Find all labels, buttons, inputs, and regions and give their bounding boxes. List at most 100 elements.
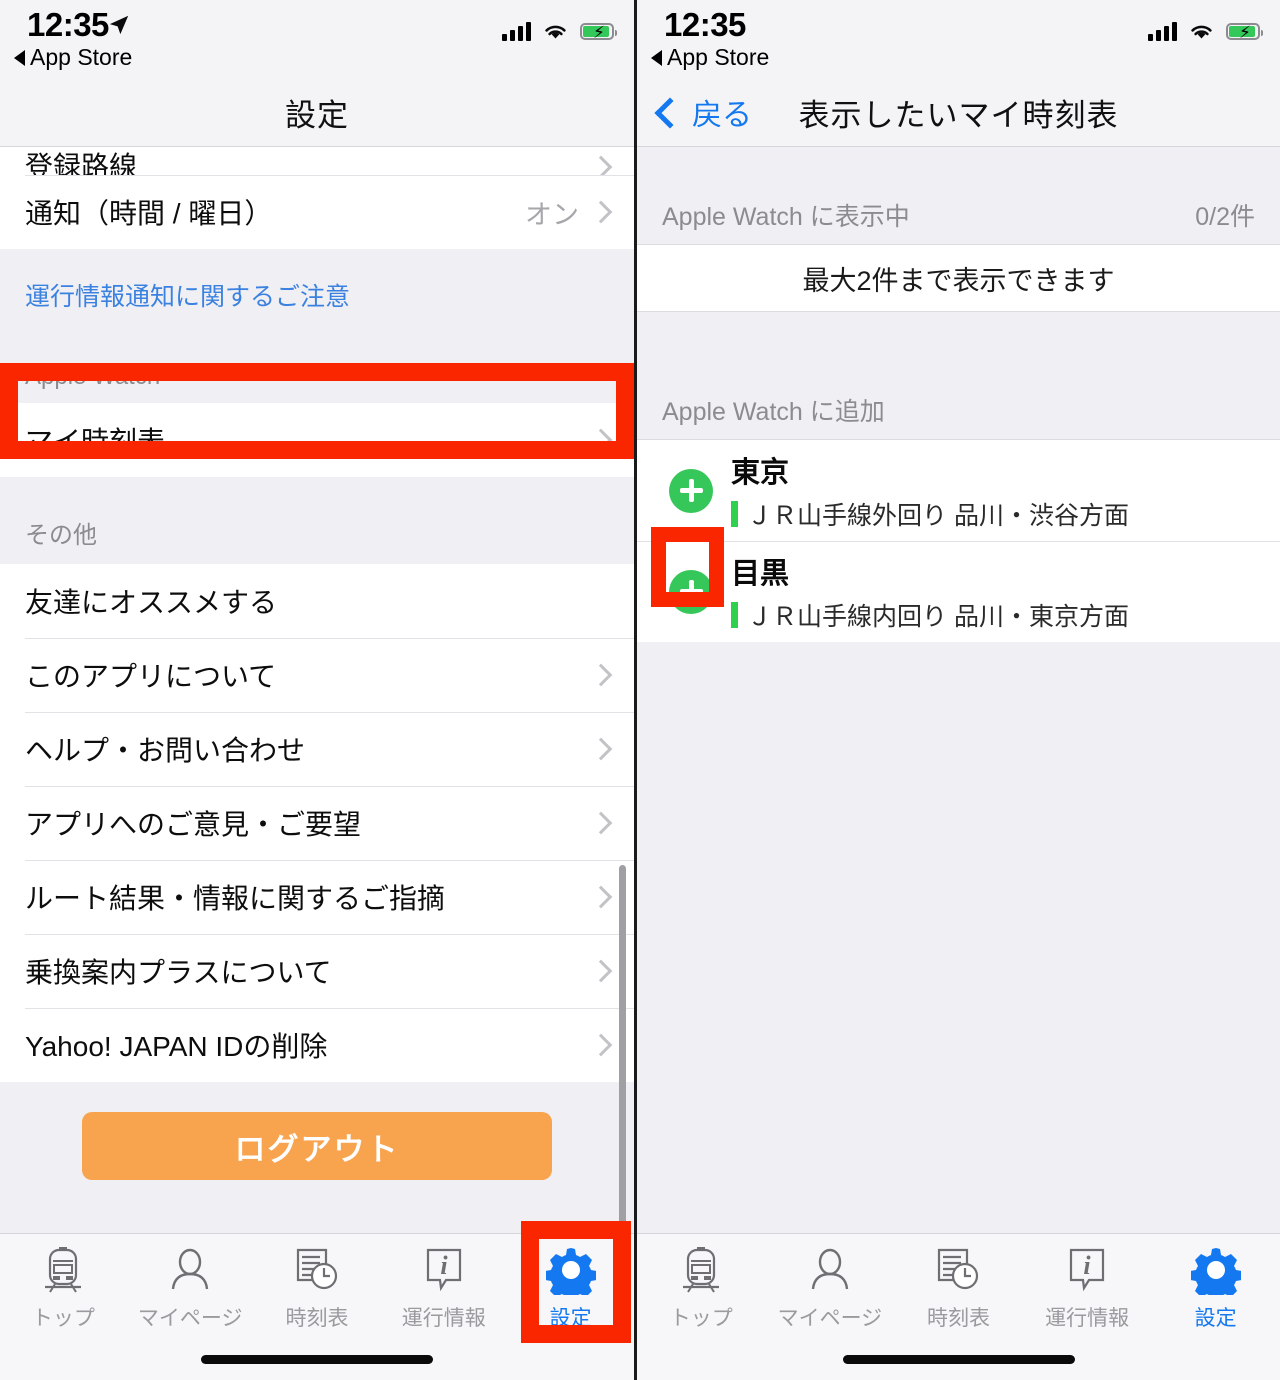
home-indicator: [201, 1355, 433, 1364]
settings-row-registered-lines[interactable]: 登録路線: [0, 147, 634, 175]
tab-timetable[interactable]: 時刻表: [894, 1234, 1023, 1342]
wifi-icon: [1191, 25, 1212, 39]
settings-row-recommend-to-friend[interactable]: 友達にオススメする: [0, 564, 634, 638]
chevron-right-icon: [589, 811, 613, 835]
my-timetable-list-area[interactable]: Apple Watch に表示中 0/2件 最大2件まで表示できます Apple…: [637, 147, 1280, 1380]
station-name: 東京: [731, 457, 790, 489]
settings-row-help[interactable]: ヘルプ・お問い合わせ: [0, 712, 634, 786]
page-title: 表示したいマイ時刻表: [798, 97, 1119, 133]
tab-label: トップ: [31, 1307, 95, 1330]
station-line-row: ＪＲ山手線内回り 品川・東京方面: [731, 597, 1129, 633]
section-header-apple-watch: Apple Watch: [0, 349, 634, 403]
return-to-app-store-button[interactable]: App Store: [14, 44, 132, 71]
train-icon: [680, 1244, 722, 1296]
tab-mypage[interactable]: マイページ: [766, 1234, 895, 1342]
train-icon: [42, 1244, 84, 1296]
left-screen: 12:35 App Store ⚡ 設定 登録路線 通知（時間 / 曜日） オン…: [0, 0, 637, 1380]
back-button-label: 戻る: [692, 99, 752, 132]
row-label: ヘルプ・お問い合わせ: [25, 735, 306, 766]
max-items-notice: 最大2件まで表示できます: [637, 245, 1280, 312]
empty-list-area: [637, 642, 1280, 1202]
displaying-label: Apple Watch に表示中: [662, 202, 910, 231]
back-triangle-icon: [651, 49, 662, 66]
tab-service-info[interactable]: i 運行情報: [1023, 1234, 1152, 1342]
settings-row-my-timetable[interactable]: マイ時刻表: [0, 403, 634, 477]
back-button[interactable]: 戻る: [654, 90, 752, 134]
line-color-chip-icon: [731, 602, 738, 628]
return-to-app-store-button[interactable]: App Store: [651, 44, 769, 71]
chevron-right-icon: [589, 959, 613, 983]
station-line-label: ＪＲ山手線内回り 品川・東京方面: [747, 603, 1129, 631]
settings-row-route-report[interactable]: ルート結果・情報に関するご指摘: [0, 860, 634, 934]
tab-bar-right: トップ マイページ 時刻表 i 運行情報 設定: [637, 1233, 1280, 1380]
tab-timetable[interactable]: 時刻表: [254, 1234, 381, 1342]
battery-charging-icon: ⚡: [1226, 23, 1263, 42]
home-indicator: [842, 1355, 1075, 1364]
tab-top[interactable]: トップ: [637, 1234, 766, 1342]
settings-row-feedback[interactable]: アプリへのご意見・ご要望: [0, 786, 634, 860]
tab-label: 時刻表: [285, 1307, 349, 1330]
settings-row-plus-about[interactable]: 乗換案内プラスについて: [0, 934, 634, 1008]
status-time: 12:35: [664, 6, 746, 43]
chevron-right-icon: [589, 885, 613, 909]
chevron-right-icon: [589, 1033, 613, 1057]
add-button[interactable]: [669, 569, 713, 614]
person-icon: [807, 1244, 853, 1296]
settings-row-delete-yahoo-id[interactable]: Yahoo! JAPAN IDの削除: [0, 1008, 634, 1082]
service-info-notice-link[interactable]: 運行情報通知に関するご注意: [0, 249, 634, 349]
status-bar-right: 12:35 App Store ⚡: [637, 0, 1280, 78]
chevron-right-icon: [589, 155, 613, 175]
row-label: このアプリについて: [25, 661, 277, 692]
row-label: マイ時刻表: [25, 426, 166, 457]
row-label: ルート結果・情報に関するご指摘: [25, 883, 446, 914]
section-header-label: Apple Watch: [25, 363, 161, 390]
list-item[interactable]: 東京 ＪＲ山手線外回り 品川・渋谷方面: [637, 440, 1280, 541]
section-gap: [637, 312, 1280, 380]
back-app-label: App Store: [667, 44, 770, 70]
logout-button[interactable]: ログアウト: [82, 1112, 552, 1180]
tab-top[interactable]: トップ: [0, 1234, 127, 1342]
page-title: 設定: [285, 97, 349, 133]
status-bar-left: 12:35 App Store ⚡: [0, 0, 634, 78]
back-triangle-icon: [14, 49, 25, 66]
tab-settings[interactable]: 設定: [507, 1234, 634, 1342]
tab-label: トップ: [669, 1307, 733, 1330]
settings-row-notifications[interactable]: 通知（時間 / 曜日） オン: [0, 175, 634, 249]
station-line-row: ＪＲ山手線外回り 品川・渋谷方面: [731, 496, 1129, 532]
timetable-clock-icon: [293, 1244, 341, 1296]
nav-bar-right: 戻る 表示したいマイ時刻表: [637, 78, 1280, 147]
info-bubble-icon: i: [1064, 1244, 1110, 1296]
tab-mypage[interactable]: マイページ: [127, 1234, 254, 1342]
settings-scroll-area[interactable]: 登録路線 通知（時間 / 曜日） オン 運行情報通知に関するご注意 Apple …: [0, 147, 634, 1380]
chevron-right-icon: [589, 737, 613, 761]
right-screen: 12:35 App Store ⚡ 戻る 表示したいマイ時刻表 Apple Wa…: [637, 0, 1280, 1380]
chevron-right-icon: [589, 200, 613, 224]
chevron-right-icon: [589, 663, 613, 687]
status-indicators: ⚡: [1148, 21, 1263, 42]
tab-settings[interactable]: 設定: [1151, 1234, 1280, 1342]
section-header-add: Apple Watch に追加: [637, 380, 1280, 440]
timetable-clock-icon: [934, 1244, 982, 1296]
list-item[interactable]: 目黒 ＪＲ山手線内回り 品川・東京方面: [637, 541, 1280, 642]
add-button[interactable]: [669, 468, 713, 513]
tab-service-info[interactable]: i 運行情報: [380, 1234, 507, 1342]
back-app-label: App Store: [30, 44, 133, 70]
row-label: Yahoo! JAPAN IDの削除: [25, 1031, 328, 1062]
svg-text:i: i: [1083, 1251, 1091, 1280]
station-name: 目黒: [731, 558, 790, 590]
cellular-bars-icon: [502, 21, 531, 41]
row-value: オン: [525, 199, 579, 230]
tab-label: 運行情報: [1045, 1307, 1130, 1330]
row-label: アプリへのご意見・ご要望: [25, 809, 362, 840]
wifi-icon: [545, 25, 566, 39]
location-arrow-icon: [109, 15, 129, 35]
chevron-left-icon: [654, 96, 686, 129]
tab-bar-left: トップ マイページ 時刻表 i 運行情報 設定: [0, 1233, 634, 1380]
svg-text:i: i: [440, 1251, 448, 1280]
section-header-label: その他: [25, 522, 97, 549]
settings-row-about-app[interactable]: このアプリについて: [0, 638, 634, 712]
status-indicators: ⚡: [502, 21, 617, 42]
tab-label: マイページ: [137, 1307, 243, 1330]
status-time: 12:35: [27, 6, 109, 43]
tab-label: マイページ: [777, 1307, 883, 1330]
